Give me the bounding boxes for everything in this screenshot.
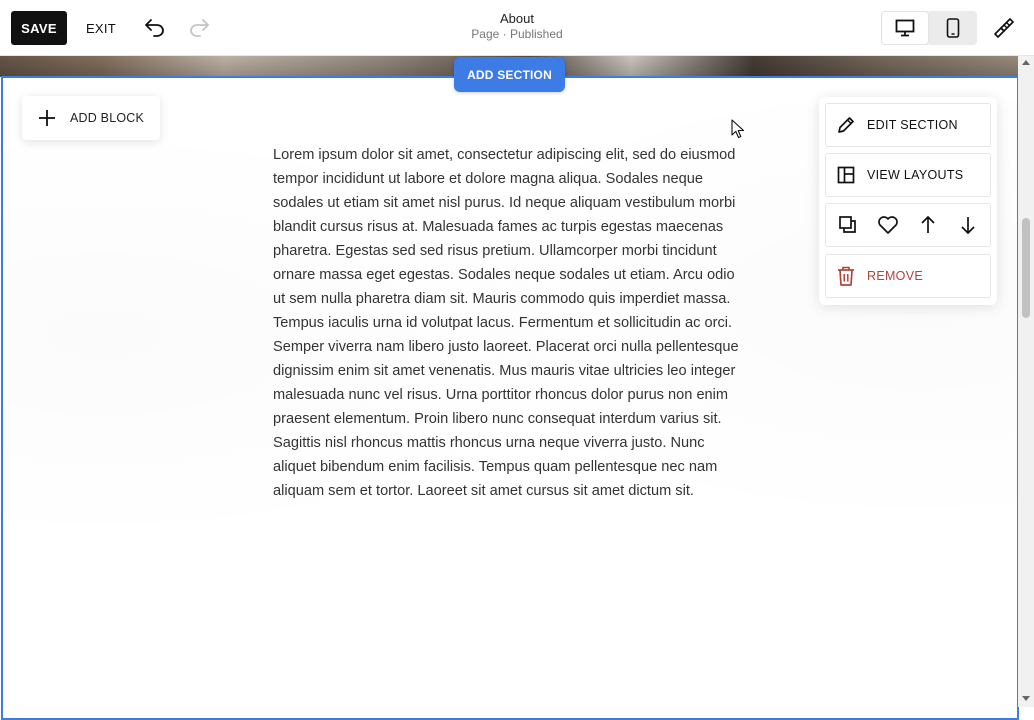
- mouse-cursor-icon: [731, 119, 745, 139]
- redo-icon: [190, 19, 209, 37]
- exit-button[interactable]: EXIT: [80, 11, 122, 45]
- save-button[interactable]: SAVE: [11, 11, 67, 45]
- mobile-view-button[interactable]: [929, 11, 977, 45]
- move-section-up-button[interactable]: [908, 204, 948, 246]
- duplicate-icon: [839, 216, 856, 233]
- edit-section-label: EDIT SECTION: [867, 118, 958, 132]
- paintbrush-icon: [994, 18, 1014, 38]
- scroll-thumb[interactable]: [1022, 218, 1030, 318]
- page-title: About: [500, 11, 534, 26]
- arrow-up-icon: [921, 215, 935, 233]
- mobile-icon: [946, 18, 960, 38]
- move-section-down-button[interactable]: [948, 204, 988, 246]
- page-status: Page · Published: [471, 27, 563, 41]
- scroll-down-icon[interactable]: [1021, 695, 1031, 703]
- desktop-view-button[interactable]: [881, 11, 929, 45]
- section-actions-row: [825, 203, 991, 247]
- add-section-button[interactable]: ADD SECTION: [454, 57, 565, 92]
- pencil-icon: [835, 114, 857, 136]
- device-toggle: [881, 11, 977, 45]
- redo-button[interactable]: [186, 14, 212, 40]
- undo-icon: [145, 19, 164, 37]
- add-block-button[interactable]: ADD BLOCK: [22, 96, 160, 140]
- editor-toolbar: SAVE EXIT About Page · Published: [0, 0, 1034, 56]
- plus-icon: [37, 108, 57, 128]
- arrow-down-icon: [961, 217, 975, 235]
- site-styles-button[interactable]: [990, 14, 1018, 42]
- scroll-up-icon[interactable]: [1021, 58, 1031, 66]
- duplicate-section-button[interactable]: [828, 204, 868, 246]
- desktop-icon: [895, 19, 915, 37]
- remove-label: REMOVE: [867, 269, 923, 283]
- view-layouts-button[interactable]: VIEW LAYOUTS: [825, 153, 991, 197]
- save-section-button[interactable]: [868, 204, 908, 246]
- page-scrollbar[interactable]: [1018, 55, 1034, 707]
- layout-icon: [835, 164, 857, 186]
- add-block-label: ADD BLOCK: [70, 111, 145, 125]
- trash-icon: [835, 265, 857, 287]
- heart-icon: [878, 216, 898, 234]
- remove-section-button[interactable]: REMOVE: [825, 254, 991, 298]
- text-block[interactable]: Lorem ipsum dolor sit amet, consectetur …: [273, 143, 749, 503]
- page-info: About Page · Published: [417, 11, 617, 42]
- view-layouts-label: VIEW LAYOUTS: [867, 168, 964, 182]
- undo-button[interactable]: [142, 14, 168, 40]
- section-tools-panel: EDIT SECTION VIEW LAYOUTS REMOVE: [819, 97, 997, 305]
- edit-section-button[interactable]: EDIT SECTION: [825, 103, 991, 147]
